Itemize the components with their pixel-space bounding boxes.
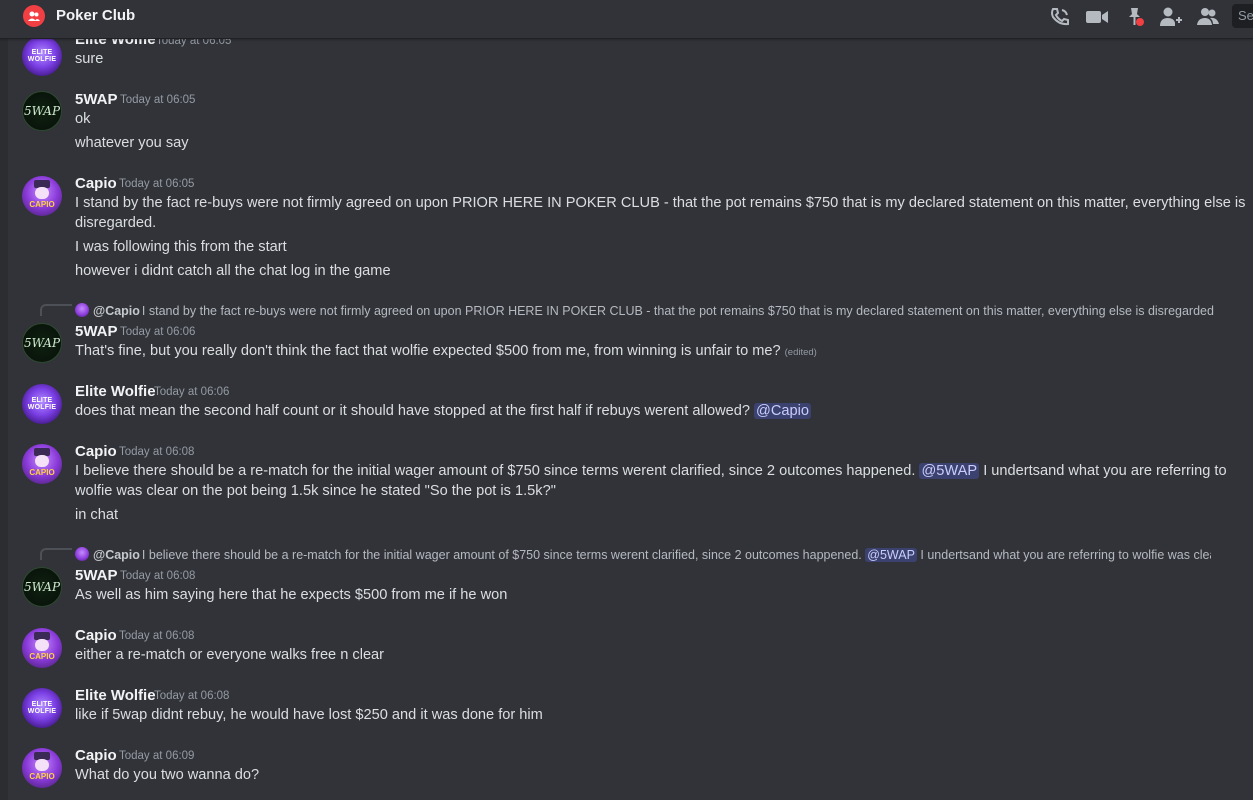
avatar[interactable]: 5WAP [22, 91, 62, 131]
timestamp: Today at 06:06 [120, 326, 196, 338]
user-mention[interactable]: @Capio [754, 403, 811, 419]
sidebar-edge [0, 38, 8, 800]
author-name[interactable]: 5WAP [75, 567, 118, 584]
reply-preview[interactable]: @Capio I stand by the fact re-buys were n… [75, 303, 1215, 318]
message-text: I believe there should be a re-match for… [75, 463, 1227, 479]
reply-avatar [75, 303, 89, 317]
timestamp: Today at 06:08 [119, 446, 195, 458]
message-text: disregarded. [75, 215, 157, 231]
avatar[interactable]: ELITE WOLFIE [22, 688, 62, 728]
reply-text: I believe there should be a re-match for… [141, 548, 862, 562]
author-name[interactable]: Elite Wolfie [75, 687, 156, 704]
group-dm-icon [23, 5, 45, 27]
pinned-messages-icon[interactable] [1122, 6, 1146, 28]
avatar[interactable]: 5WAP [22, 323, 62, 363]
reply-spine [40, 548, 72, 560]
timestamp: Today at 06:08 [120, 570, 196, 582]
timestamp: Today at 06:05 [120, 94, 196, 106]
message-text: in chat [75, 507, 118, 523]
message-text: however i didnt catch all the chat log i… [75, 263, 391, 279]
message-text: sure [75, 51, 104, 67]
edited-label: (edited) [784, 347, 817, 358]
message-text: I was following this from the start [75, 239, 287, 255]
avatar[interactable]: CAPIO [22, 628, 62, 668]
message-text: As well as him saying here that he expec… [75, 587, 508, 603]
timestamp: Today at 06:09 [119, 750, 195, 762]
avatar[interactable]: ELITE WOLFIE [22, 36, 62, 76]
channel-title: Poker Club [56, 7, 136, 24]
message-text: like if 5wap didnt rebuy, he would have … [75, 707, 543, 723]
timestamp: Today at 06:06 [154, 386, 230, 398]
timestamp: Today at 06:08 [154, 690, 230, 702]
avatar[interactable]: 5WAP [22, 567, 62, 607]
author-name[interactable]: Capio [75, 175, 117, 192]
message-text: wolfie was clear on the pot being 1.5k s… [75, 483, 556, 499]
message-text: ok [75, 111, 91, 127]
avatar[interactable]: ELITE WOLFIE [22, 384, 62, 424]
video-call-icon[interactable] [1085, 6, 1109, 28]
reply-spine [40, 304, 72, 316]
avatar[interactable]: CAPIO [22, 176, 62, 216]
message-text: That's fine, but you really don't think … [75, 343, 817, 359]
reply-text: I undertsand what you are referring to w… [920, 548, 1211, 562]
add-friends-to-dm-icon[interactable] [1159, 6, 1183, 28]
reply-avatar [75, 547, 89, 561]
reply-preview[interactable]: @Capio I believe there should be a re-mat… [75, 547, 1211, 562]
user-mention[interactable]: @5WAP [865, 548, 917, 562]
voice-call-icon[interactable] [1048, 6, 1072, 28]
author-name[interactable]: Capio [75, 443, 117, 460]
avatar[interactable]: CAPIO [22, 444, 62, 484]
message-text: whatever you say [75, 135, 189, 151]
channel-header: Poker Club Se [0, 0, 1253, 39]
avatar[interactable]: CAPIO [22, 748, 62, 788]
author-name[interactable]: Elite Wolfie [75, 383, 156, 400]
user-mention[interactable]: @5WAP [919, 463, 980, 479]
message-text: What do you two wanna do? [75, 767, 260, 783]
reply-text: I stand by the fact re-buys were not fir… [141, 304, 1215, 318]
message-text: either a re-match or everyone walks free… [75, 647, 385, 663]
message-text: I stand by the fact re-buys were not fir… [75, 195, 1246, 211]
message-text: does that mean the second half count or … [75, 403, 811, 419]
timestamp: Today at 06:08 [119, 630, 195, 642]
author-name[interactable]: Capio [75, 627, 117, 644]
author-name[interactable]: 5WAP [75, 91, 118, 108]
author-name[interactable]: Capio [75, 747, 117, 764]
author-name[interactable]: 5WAP [75, 323, 118, 340]
search-input[interactable]: Se [1232, 4, 1253, 28]
member-list-icon[interactable] [1196, 6, 1220, 28]
timestamp: Today at 06:05 [119, 178, 195, 190]
